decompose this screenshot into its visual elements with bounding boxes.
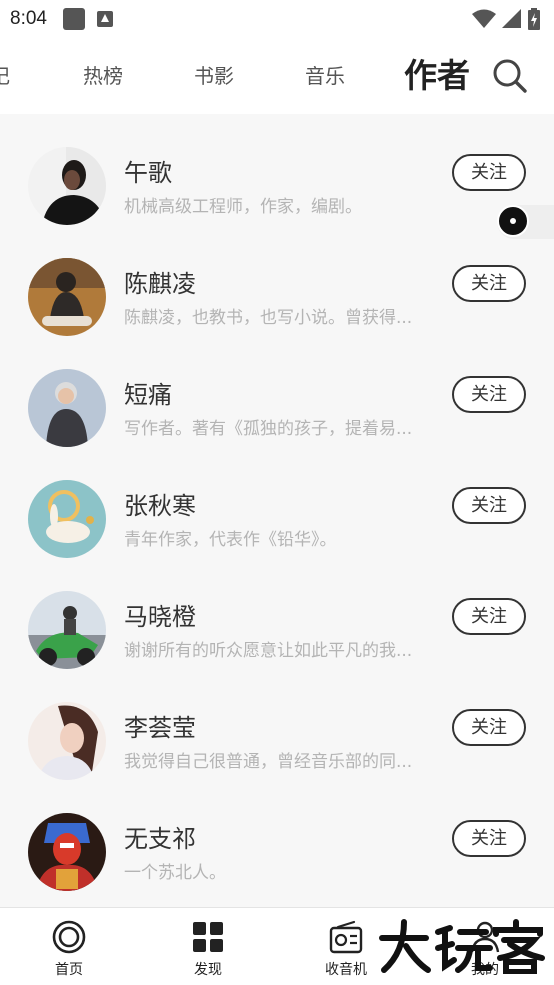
author-name: 无支祁 — [124, 825, 196, 853]
author-desc: 机械高级工程师，作家，编剧。 — [124, 197, 362, 217]
follow-button[interactable]: 关注 — [452, 820, 526, 857]
author-name: 午歌 — [124, 159, 172, 187]
nav-discover[interactable]: 发现 — [158, 908, 258, 985]
floating-player[interactable] — [497, 205, 554, 239]
signal-icon — [502, 9, 521, 28]
author-avatar — [28, 591, 106, 669]
author-name: 陈麒凌 — [124, 270, 196, 298]
nav-discover-label: 发现 — [194, 962, 222, 978]
watermark-logo — [379, 919, 545, 974]
author-row[interactable]: 张秋寒 青年作家，代表作《铅华》。 关注 — [0, 447, 554, 558]
author-desc: 一个苏北人。 — [124, 863, 226, 883]
author-avatar — [28, 480, 106, 558]
tab-music[interactable]: 音乐 — [305, 38, 345, 114]
vinyl-disc-icon — [497, 205, 529, 237]
author-name: 张秋寒 — [124, 492, 196, 520]
follow-button[interactable]: 关注 — [452, 487, 526, 524]
status-time: 8:04 — [10, 8, 47, 29]
nav-home-label: 首页 — [55, 962, 83, 978]
tab-record[interactable]: 记 — [0, 38, 10, 114]
author-desc: 陈麒凌，也教书，也写小说。曾获得... — [124, 308, 413, 328]
author-row[interactable]: 马晓橙 谢谢所有的听众愿意让如此平凡的我... 关注 — [0, 558, 554, 669]
author-avatar — [28, 258, 106, 336]
tab-authors[interactable]: 作者 — [404, 38, 470, 114]
battery-icon — [528, 8, 540, 30]
author-desc: 青年作家，代表作《铅华》。 — [124, 530, 337, 550]
follow-button[interactable]: 关注 — [452, 598, 526, 635]
notification-a-icon — [96, 11, 113, 27]
top-tab-bar: 记 热榜 书影 音乐 作者 — [0, 38, 554, 114]
author-avatar — [28, 147, 106, 225]
author-name: 李荟莹 — [124, 714, 196, 742]
author-name: 短痛 — [124, 381, 172, 409]
author-row[interactable]: 短痛 写作者。著有《孤独的孩子，提着易... 关注 — [0, 336, 554, 447]
author-avatar — [28, 369, 106, 447]
notification-square-icon — [62, 8, 85, 30]
author-avatar — [28, 813, 106, 891]
radio-icon — [329, 920, 363, 954]
nav-home[interactable]: 首页 — [19, 908, 119, 985]
author-row[interactable]: 无支祁 一个苏北人。 关注 — [0, 780, 554, 891]
follow-button[interactable]: 关注 — [452, 376, 526, 413]
author-list: 午歌 机械高级工程师，作家，编剧。 关注 陈麒凌 陈麒凌，也教书，也写小说。曾获… — [0, 114, 554, 907]
author-name: 马晓橙 — [124, 603, 196, 631]
tab-hot-list[interactable]: 热榜 — [83, 38, 123, 114]
follow-button[interactable]: 关注 — [452, 265, 526, 302]
author-row[interactable]: 李荟莹 我觉得自己很普通，曾经音乐部的同... 关注 — [0, 669, 554, 780]
search-icon[interactable] — [492, 58, 528, 94]
author-desc: 谢谢所有的听众愿意让如此平凡的我... — [124, 641, 413, 661]
follow-button[interactable]: 关注 — [452, 709, 526, 746]
author-desc: 我觉得自己很普通，曾经音乐部的同... — [124, 752, 413, 772]
status-bar: 8:04 — [0, 0, 554, 38]
wifi-icon — [472, 9, 496, 28]
home-ring-icon — [52, 920, 86, 954]
author-avatar — [28, 702, 106, 780]
author-row[interactable]: 午歌 机械高级工程师，作家，编剧。 关注 — [0, 114, 554, 225]
follow-button[interactable]: 关注 — [452, 154, 526, 191]
author-desc: 写作者。著有《孤独的孩子，提着易... — [124, 419, 413, 439]
tab-books-films[interactable]: 书影 — [194, 38, 234, 114]
grid-icon — [193, 922, 223, 952]
author-row[interactable]: 陈麒凌 陈麒凌，也教书，也写小说。曾获得... 关注 — [0, 225, 554, 336]
